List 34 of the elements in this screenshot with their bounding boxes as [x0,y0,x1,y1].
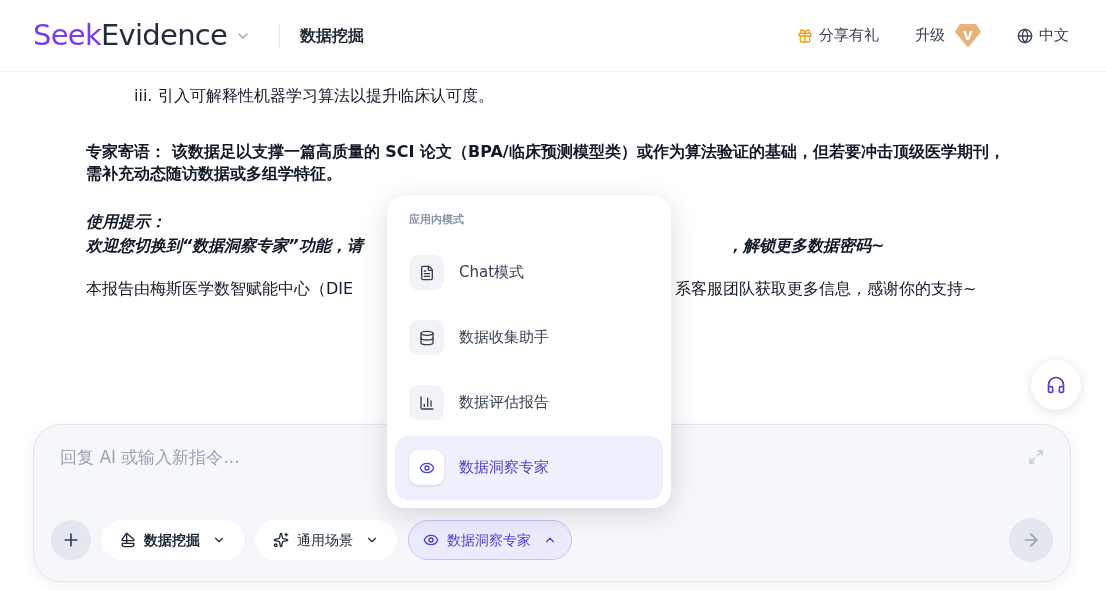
menu-heading: 应用内模式 [408,212,465,228]
report-note: 本报告由梅斯医学数智赋能中心（DIE [86,278,355,300]
diamond-badge: V [955,23,981,48]
expand-icon[interactable] [1028,449,1044,465]
support-button[interactable] [1031,360,1081,410]
expert-note: 专家寄语： 该数据足以支撑一篇高质量的 SCI 论文（BPA/临床预测模型类）或作为算法验证的基础，但若要冲击顶级医学期刊，需补充动态随访数据或多组学特征。 [86,141,1006,185]
list-item: iii. 引入可解释性机器学习算法以提升临床认可度。 [134,85,494,107]
upgrade-button[interactable]: 升级 V [915,23,981,48]
eye-icon [423,532,439,548]
gift-icon [797,27,813,44]
language-button[interactable]: 中文 [1017,24,1069,47]
usage-text: 欢迎您切换到“数据洞察专家”功能，请 [86,235,366,257]
document-icon [418,264,435,281]
menu-item[interactable]: 数据评估报告 [395,370,663,435]
mode-chip[interactable]: 通用场景 [255,520,397,560]
usage-text: ，解锁更多数据密码~ [727,235,886,257]
globe-icon [1017,27,1033,44]
send-button[interactable] [1009,518,1053,562]
share-button[interactable]: 分享有礼 [797,24,879,47]
add-button[interactable] [51,520,91,560]
report-note: 系客服团队获取更多信息，感谢你的支持~ [675,278,978,300]
page-title: 数据挖掘 [300,24,365,47]
mode-chip[interactable]: 数据洞察专家 [408,520,572,560]
sparkle-icon [273,532,289,548]
database-icon [418,329,435,346]
menu-item[interactable]: 数据洞察专家 [395,435,663,500]
menu-item[interactable]: 数据收集助手 [395,305,663,370]
bar-chart-icon [418,394,435,411]
usage-title: 使用提示： [86,211,166,233]
logo[interactable]: SeekEvidence [33,13,228,58]
boat-icon [120,532,136,548]
menu-item[interactable]: Chat模式 [395,240,663,305]
mode-chip[interactable]: 数据挖掘 [102,520,244,560]
headset-icon [1046,375,1066,395]
